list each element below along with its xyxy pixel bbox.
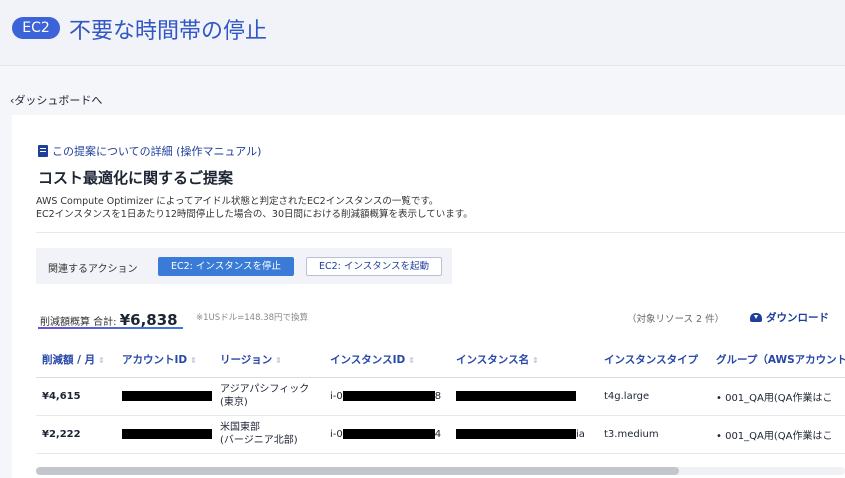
- download-label: ダウンロード: [766, 312, 829, 324]
- table-row: ¥2,222 米国東部 (バージニア北部) i-0 4 ia t3.medium •…: [36, 415, 845, 454]
- exchange-rate-note: ※1USドル=148.38円で換算: [196, 313, 309, 323]
- instance-name-cell: ia: [450, 415, 598, 454]
- table-header-row: 削減額 / 月 ⇕ アカウントID ⇕ リージョン ⇕ インスタンスID ⇕ インスタン…: [36, 343, 845, 378]
- column-header-account-id[interactable]: アカウントID ⇕: [116, 343, 214, 378]
- column-header-group: グループ（AWSアカウント: [710, 343, 845, 378]
- scrollbar-thumb[interactable]: [36, 467, 679, 475]
- instance-id-cell: i-0 4: [324, 415, 450, 454]
- total-underline: [38, 327, 183, 329]
- back-link-label: ダッシュボードへ: [14, 94, 103, 107]
- sort-icon: ⇕: [532, 356, 539, 366]
- instance-type-cell: t3.medium: [598, 415, 710, 454]
- column-header-instance-type: インスタンスタイプ: [598, 343, 710, 378]
- horizontal-scrollbar[interactable]: [36, 467, 845, 475]
- column-header-instance-id[interactable]: インスタンスID ⇕: [324, 343, 450, 378]
- description-line-2: EC2インスタンスを1日あたり12時間停止した場合の、30日間における削減額概算…: [36, 209, 473, 220]
- download-button[interactable]: ダウンロード: [750, 310, 829, 325]
- description: AWS Compute Optimizer によってアイドル状態と判定されたEC…: [36, 195, 473, 221]
- back-to-dashboard-link[interactable]: ‹ダッシュボードへ: [10, 92, 102, 108]
- section-title: コスト最適化に関するご提案: [38, 169, 234, 187]
- redacted-block: [122, 390, 212, 401]
- related-actions: 関連するアクション EC2: インスタンスを停止 EC2: インスタンスを起動: [36, 248, 452, 284]
- instances-table: 削減額 / 月 ⇕ アカウントID ⇕ リージョン ⇕ インスタンスID ⇕ インスタン…: [36, 343, 845, 454]
- redacted-block: [342, 428, 435, 439]
- account-id-cell: [116, 377, 214, 416]
- recommendation-card: この提案についての詳細 (操作マニュアル) コスト最適化に関するご提案 AWS …: [12, 115, 845, 478]
- redacted-block: [456, 390, 576, 401]
- savings-cell: ¥2,222: [36, 415, 116, 454]
- instance-type-cell: t4g.large: [598, 377, 710, 416]
- instance-id-cell: i-0 8: [324, 377, 450, 416]
- region-cell: 米国東部 (バージニア北部): [214, 415, 324, 454]
- savings-cell: ¥4,615: [36, 377, 116, 416]
- column-header-savings[interactable]: 削減額 / 月 ⇕: [36, 343, 116, 378]
- account-id-cell: [116, 415, 214, 454]
- redacted-block: [342, 390, 435, 401]
- redacted-block: [122, 428, 212, 439]
- divider: [36, 232, 845, 233]
- description-line-1: AWS Compute Optimizer によってアイドル状態と判定されたEC…: [36, 196, 439, 207]
- resource-count: （対象リソース 2 件）: [627, 314, 725, 325]
- group-cell: • 001_QA用(QA作業はこ: [710, 415, 845, 454]
- book-icon: [38, 145, 48, 157]
- page-title: 不要な時間帯の停止: [69, 19, 268, 44]
- sort-icon: ⇕: [408, 356, 415, 366]
- table-row: ¥4,615 アジアパシフィック (東京) i-0 8 t4g.large • 00…: [36, 377, 845, 416]
- column-header-instance-name[interactable]: インスタンス名 ⇕: [450, 343, 598, 378]
- instance-name-cell: [450, 377, 598, 416]
- region-cell: アジアパシフィック (東京): [214, 377, 324, 416]
- sort-icon: ⇕: [275, 356, 282, 366]
- related-actions-label: 関連するアクション: [48, 264, 138, 275]
- page-header: EC2 不要な時間帯の停止: [0, 0, 845, 66]
- sort-icon: ⇕: [98, 356, 105, 366]
- service-badge: EC2: [12, 17, 60, 39]
- manual-link-label: この提案についての詳細 (操作マニュアル): [52, 145, 262, 158]
- redacted-block: [456, 428, 576, 439]
- sort-icon: ⇕: [190, 356, 197, 366]
- start-instance-button[interactable]: EC2: インスタンスを起動: [306, 257, 442, 276]
- cloud-download-icon: [750, 313, 762, 322]
- column-header-region[interactable]: リージョン ⇕: [214, 343, 324, 378]
- group-cell: • 001_QA用(QA作業はこ: [710, 377, 845, 416]
- manual-link[interactable]: この提案についての詳細 (操作マニュアル): [38, 143, 261, 159]
- stop-instance-button[interactable]: EC2: インスタンスを停止: [158, 257, 294, 276]
